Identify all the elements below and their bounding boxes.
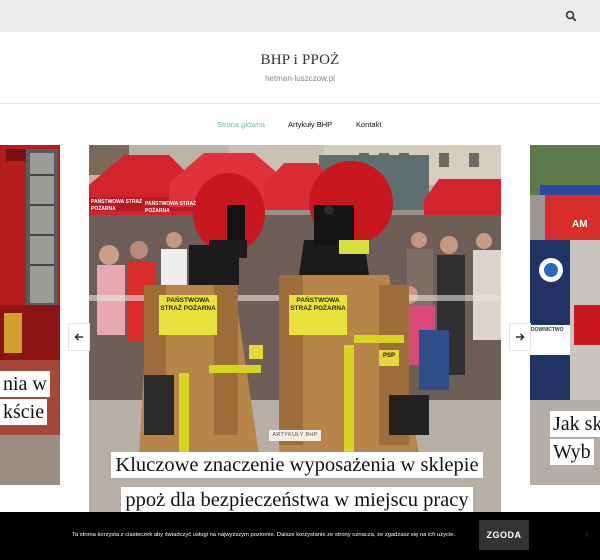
slide-previous[interactable]: nia w kście [0,145,60,485]
top-bar [0,0,600,32]
search-icon [565,10,577,22]
slide-previous-title: nia w kście [0,370,60,426]
site-title[interactable]: BHP i PPOŻ [0,52,600,69]
jacket-label-left: PAŃSTWOWA STRAŻ POŻARNA [160,297,216,312]
slider-next-button[interactable] [509,323,531,351]
category-badge[interactable]: ARTYKUŁY BHP [269,430,321,441]
poster-text: DOWNICTWO [531,327,564,333]
main-nav: Strona główna Artykuły BHP Kontakt [0,104,600,144]
vehicle-text: AM [572,219,588,230]
cookie-accept-button[interactable]: ZGODA [479,520,529,550]
cookie-notice-text: Ta strona korzysta z ciasteczek aby świa… [72,532,456,538]
featured-slider: nia w kście PAŃSTWOWA STRAŻ POŻARNA PAŃS… [0,144,600,512]
fire-truck-image [0,145,60,485]
close-icon[interactable]: × [584,531,594,541]
slide-next[interactable]: DOWNICTWO AM Jak sk Wyb [530,145,600,485]
psp-patch: PSP [382,353,395,359]
site-tagline: hetman-luszczow.pl [265,74,335,83]
nav-item-bhp-articles[interactable]: Artykuły BHP [288,120,332,129]
nav-item-home[interactable]: Strona główna [217,120,265,129]
search-button[interactable] [564,9,578,23]
slide-current[interactable]: PAŃSTWOWA STRAŻ POŻARNA PAŃSTWOWA STRAŻ … [89,145,501,512]
cookie-notice: Ta strona korzysta z ciasteczek aby świa… [0,512,600,560]
arrow-left-icon [74,333,83,341]
arrow-right-icon [516,333,525,341]
jacket-label-right: PAŃSTWOWA STRAŻ POŻARNA [290,297,346,312]
nav-item-contact[interactable]: Kontakt [356,120,381,129]
site-header: BHP i PPOŻ hetman-luszczow.pl [0,32,600,104]
tent-banner-right: PAŃSTWOWA STRAŻ POŻARNA [145,201,197,214]
slider-prev-button[interactable] [68,323,90,351]
slide-title[interactable]: Kluczowe znaczenie wyposażenia w sklepie… [104,448,490,512]
slide-next-title: Jak sk Wyb [550,410,600,466]
